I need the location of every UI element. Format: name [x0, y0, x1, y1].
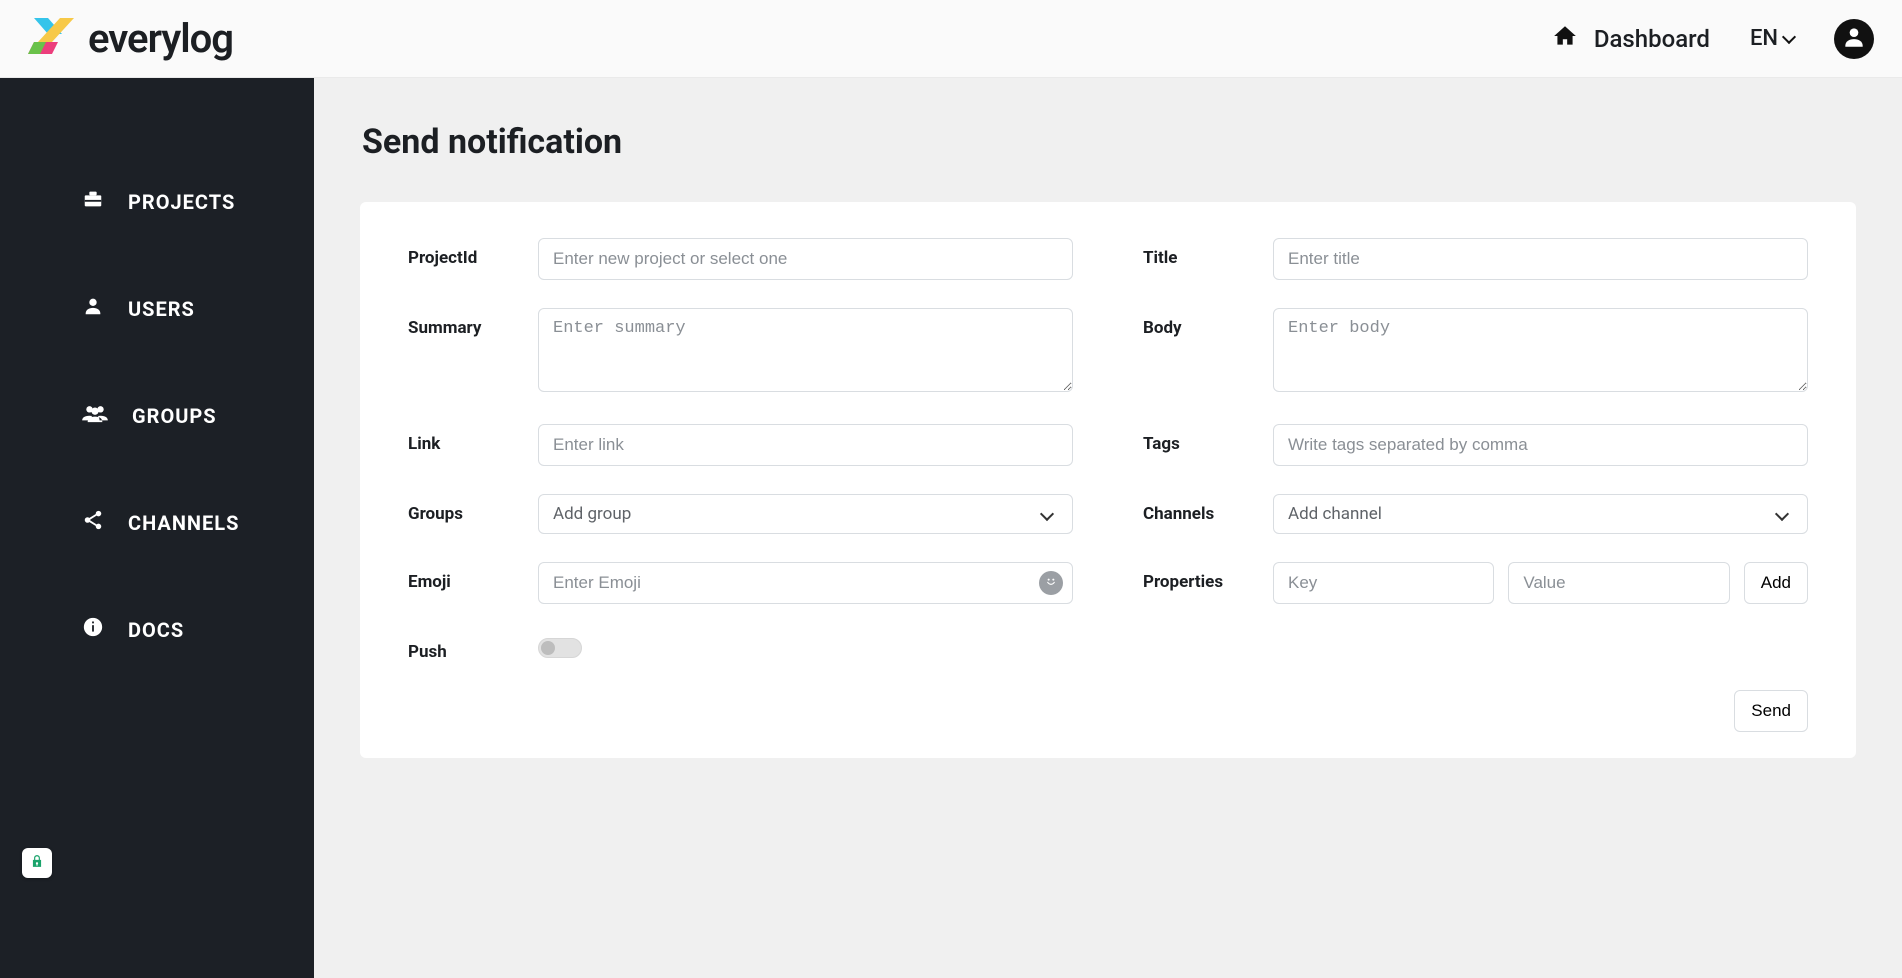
sidebar-item-label: DOCS [128, 618, 184, 642]
body-label: Body [1143, 308, 1243, 338]
channels-selected-value: Add channel [1288, 504, 1382, 524]
sidebar-item-label: PROJECTS [128, 190, 235, 214]
chevron-down-icon [1775, 507, 1789, 521]
projectid-input[interactable] [538, 238, 1073, 280]
channels-label: Channels [1143, 494, 1243, 524]
language-label: EN [1750, 26, 1778, 51]
home-icon [1552, 23, 1578, 55]
sidebar-item-projects[interactable]: PROJECTS [0, 168, 314, 235]
group-icon [82, 402, 108, 429]
page-title: Send notification [362, 122, 1856, 162]
summary-label: Summary [408, 308, 508, 338]
dashboard-link[interactable]: Dashboard [1552, 23, 1710, 55]
smile-icon [1043, 573, 1059, 593]
push-label: Push [408, 632, 508, 662]
sidebar-item-label: USERS [128, 297, 195, 321]
toggle-knob [541, 641, 555, 655]
channels-select[interactable]: Add channel [1273, 494, 1808, 534]
brand[interactable]: everylog [28, 14, 233, 64]
form-card: ProjectId Title Summary [360, 202, 1856, 758]
user-icon [82, 295, 104, 322]
groups-select[interactable]: Add group [538, 494, 1073, 534]
properties-label: Properties [1143, 562, 1243, 592]
projectid-label: ProjectId [408, 238, 508, 268]
sidebar-item-label: CHANNELS [128, 511, 239, 535]
tags-label: Tags [1143, 424, 1243, 454]
emoji-input[interactable] [538, 562, 1073, 604]
chevron-down-icon [1040, 507, 1054, 521]
title-input[interactable] [1273, 238, 1808, 280]
property-key-input[interactable] [1273, 562, 1494, 604]
title-label: Title [1143, 238, 1243, 268]
briefcase-icon [82, 188, 104, 215]
body-textarea[interactable] [1273, 308, 1808, 392]
sidebar-item-groups[interactable]: GROUPS [0, 382, 314, 449]
share-icon [82, 509, 104, 536]
link-input[interactable] [538, 424, 1073, 466]
property-value-input[interactable] [1508, 562, 1729, 604]
sidebar-item-docs[interactable]: DOCS [0, 596, 314, 663]
sidebar-item-users[interactable]: USERS [0, 275, 314, 342]
groups-selected-value: Add group [553, 504, 631, 524]
add-property-button[interactable]: Add [1744, 562, 1808, 604]
language-selector[interactable]: EN [1750, 26, 1794, 51]
topbar: everylog Dashboard EN [0, 0, 1902, 78]
account-icon [1841, 24, 1867, 54]
push-toggle[interactable] [538, 638, 582, 658]
groups-label: Groups [408, 494, 508, 524]
main-content: Send notification ProjectId Title [314, 78, 1902, 978]
sidebar: PROJECTS USERS GROUPS CHANNELS [0, 78, 314, 978]
chevron-down-icon [1782, 29, 1796, 43]
emoji-label: Emoji [408, 562, 508, 592]
lock-icon [30, 852, 44, 874]
tags-input[interactable] [1273, 424, 1808, 466]
link-label: Link [408, 424, 508, 454]
summary-textarea[interactable] [538, 308, 1073, 392]
sidebar-item-label: GROUPS [132, 404, 217, 428]
topbar-right: Dashboard EN [1552, 19, 1874, 59]
brand-logo-icon [28, 14, 74, 64]
privacy-badge[interactable] [22, 848, 52, 878]
brand-name: everylog [88, 15, 233, 62]
dashboard-label: Dashboard [1594, 25, 1710, 53]
emoji-picker-button[interactable] [1039, 571, 1063, 595]
sidebar-item-channels[interactable]: CHANNELS [0, 489, 314, 556]
send-button[interactable]: Send [1734, 690, 1808, 732]
account-menu-button[interactable] [1834, 19, 1874, 59]
info-icon [82, 616, 104, 643]
